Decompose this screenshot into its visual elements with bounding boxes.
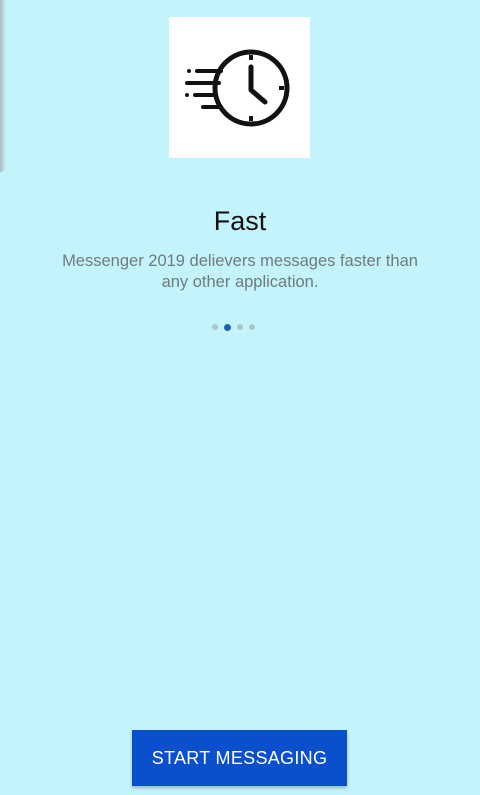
page-dot-1[interactable] xyxy=(212,324,218,330)
page-dot-3[interactable] xyxy=(237,324,243,330)
drawer-edge-shadow xyxy=(0,0,6,172)
start-messaging-button[interactable]: START MESSAGING xyxy=(132,730,347,786)
hero-image xyxy=(169,17,310,158)
page-dot-4[interactable] xyxy=(249,324,255,330)
onboarding-subtitle: Messenger 2019 delievers messages faster… xyxy=(62,252,418,291)
page-dot-2-active[interactable] xyxy=(224,323,231,331)
page-indicator xyxy=(212,322,268,332)
onboarding-title: Fast xyxy=(213,206,267,236)
fast-clock-icon xyxy=(185,49,290,127)
